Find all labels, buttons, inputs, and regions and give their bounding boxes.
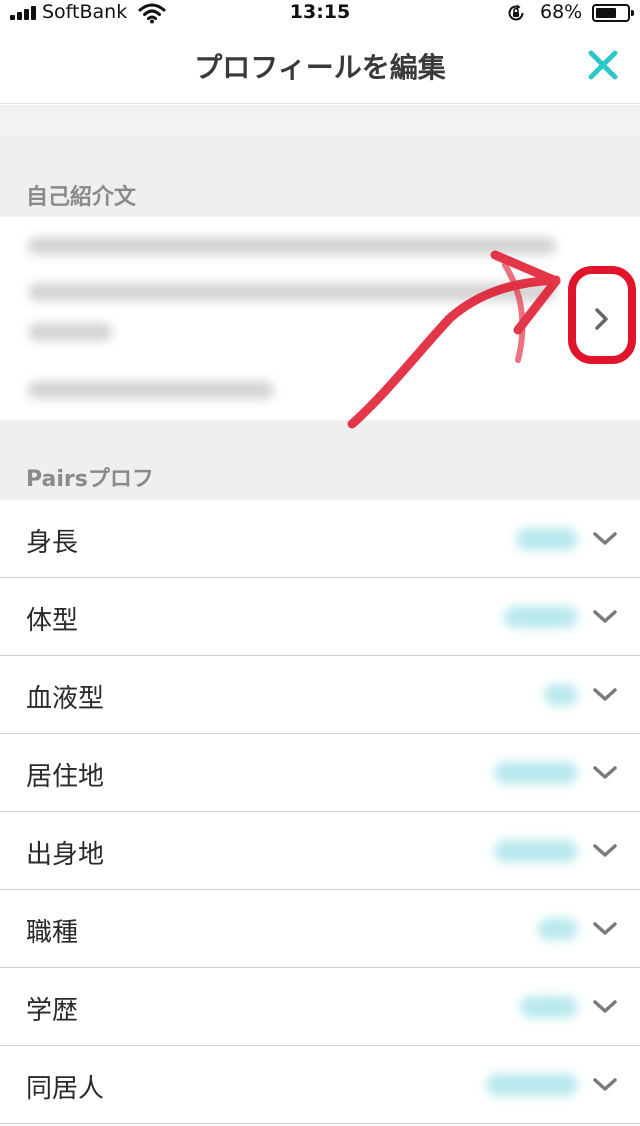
profile-row-hometown[interactable]: 出身地 [0, 812, 640, 890]
row-label: 体型 [26, 606, 79, 636]
blurred-value [520, 996, 578, 1018]
blurred-value [538, 918, 578, 940]
chevron-right-icon[interactable] [592, 306, 612, 332]
profile-list: 身長 体型 血液型 居住地 出身地 職種 学歴 同居人 [0, 500, 640, 1124]
chevron-down-icon[interactable] [592, 530, 618, 548]
pairs-profile-header: Pairsプロフ [0, 420, 640, 500]
blurred-value [544, 684, 578, 706]
blurred-value [516, 528, 578, 550]
profile-row-occupation[interactable]: 職種 [0, 890, 640, 968]
row-label: 職種 [26, 918, 79, 948]
battery-percentage: 68% [540, 1, 583, 23]
chevron-down-icon[interactable] [592, 686, 618, 704]
profile-row-height[interactable]: 身長 [0, 500, 640, 578]
chevron-down-icon[interactable] [592, 920, 618, 938]
blurred-text-line [28, 381, 274, 399]
blurred-text-line [28, 237, 556, 255]
rotation-lock-icon [508, 4, 524, 21]
chevron-down-icon[interactable] [592, 608, 618, 626]
row-label: 血液型 [26, 684, 105, 714]
section-title: Pairsプロフ [26, 467, 154, 492]
status-bar: SoftBank 13:15 68% [0, 0, 640, 26]
chevron-down-icon[interactable] [592, 842, 618, 860]
row-label: 身長 [26, 528, 79, 558]
chevron-down-icon[interactable] [592, 998, 618, 1016]
page-title: プロフィールを編集 [194, 51, 446, 84]
profile-row-blood-type[interactable]: 血液型 [0, 656, 640, 734]
section-spacer [0, 105, 640, 137]
row-label: 同居人 [26, 1074, 105, 1104]
chevron-down-icon[interactable] [592, 1076, 618, 1094]
blurred-text-line [28, 323, 112, 341]
close-icon[interactable] [584, 46, 622, 84]
self-introduction-header: 自己紹介文 [0, 137, 640, 217]
nav-bar: プロフィールを編集 [0, 26, 640, 104]
profile-row-housemates[interactable]: 同居人 [0, 1046, 640, 1124]
section-title: 自己紹介文 [26, 185, 137, 210]
chevron-down-icon[interactable] [592, 764, 618, 782]
self-introduction-field[interactable] [0, 217, 640, 420]
blurred-value [494, 840, 578, 862]
profile-row-residence[interactable]: 居住地 [0, 734, 640, 812]
profile-row-body-type[interactable]: 体型 [0, 578, 640, 656]
row-label: 居住地 [26, 762, 105, 792]
row-label: 出身地 [26, 840, 105, 870]
blurred-value [486, 1074, 578, 1096]
profile-row-education[interactable]: 学歴 [0, 968, 640, 1046]
blurred-value [494, 762, 578, 784]
row-label: 学歴 [26, 996, 79, 1026]
blurred-text-line [28, 283, 556, 301]
battery-icon [592, 4, 634, 22]
blurred-value [504, 606, 578, 628]
